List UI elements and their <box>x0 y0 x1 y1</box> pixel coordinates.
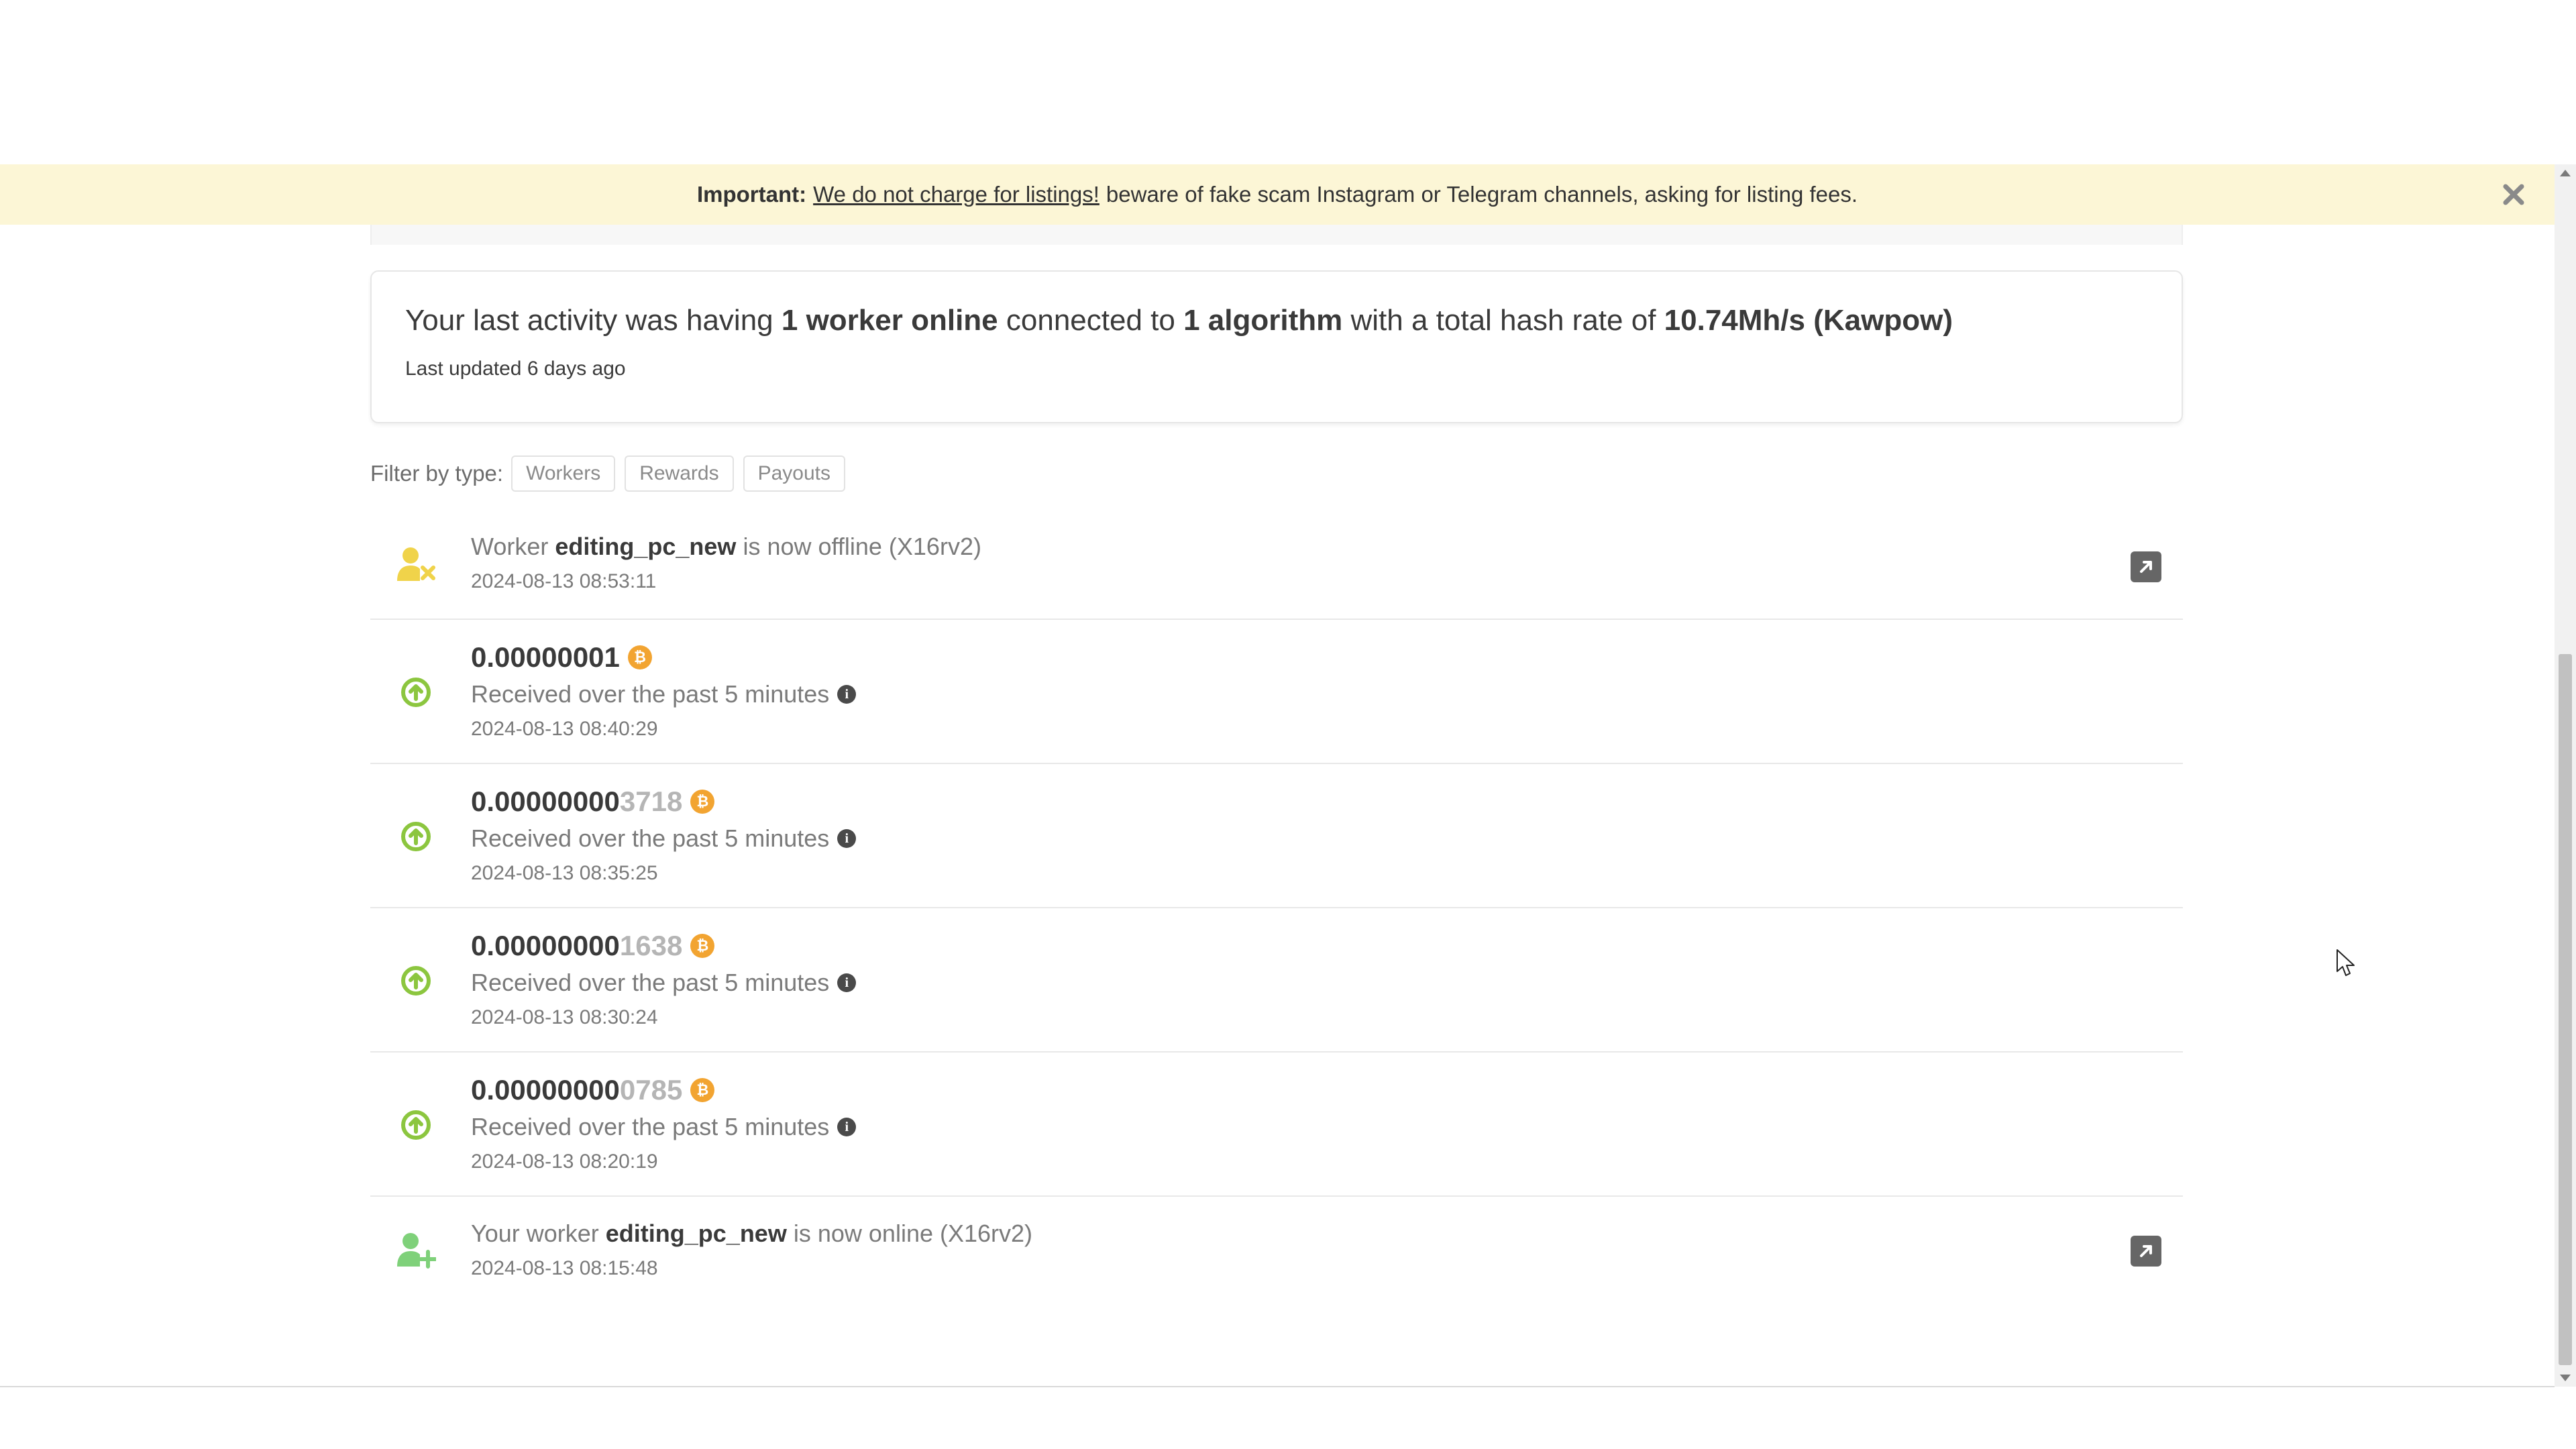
arrow-up-circle-icon <box>396 961 436 1001</box>
mouse-cursor-icon <box>2337 949 2355 976</box>
activity-text-part: connected to <box>1006 304 1175 337</box>
reward-description-text: Received over the past 5 minutes <box>471 969 830 996</box>
feed-item-date: 2024-08-13 08:35:25 <box>471 862 658 884</box>
filter-bar: Filter by type: Workers Rewards Payouts <box>370 455 855 492</box>
bitcoin-icon: ₿ <box>627 645 652 669</box>
feed-item-worker-offline: Worker editing_pc_new is now offline (X1… <box>370 515 2183 620</box>
scroll-up-arrow[interactable] <box>2560 170 2571 176</box>
feed-item-text: Your worker editing_pc_new is now online… <box>471 1220 1032 1248</box>
info-icon[interactable]: i <box>837 829 857 848</box>
reward-description: Received over the past 5 minutes i <box>471 680 857 708</box>
info-icon[interactable]: i <box>837 685 857 704</box>
info-icon[interactable]: i <box>837 973 857 992</box>
arrow-up-circle-icon <box>396 1105 436 1145</box>
filter-rewards-button[interactable]: Rewards <box>625 455 734 492</box>
reward-description-text: Received over the past 5 minutes <box>471 1113 830 1140</box>
reward-amount-value: 0.00000001 <box>471 641 620 673</box>
info-icon[interactable]: i <box>837 1118 857 1136</box>
close-icon <box>2503 184 2524 205</box>
external-link-icon <box>2140 1245 2152 1257</box>
feed-item-worker-online: Your worker editing_pc_new is now online… <box>370 1197 2183 1304</box>
feed-text-part: Worker <box>471 533 549 560</box>
banner-close-button[interactable] <box>2500 180 2528 209</box>
banner-important-label: Important: <box>696 182 807 207</box>
banner-listings-link[interactable]: We do not charge for listings! <box>813 182 1099 207</box>
reward-description: Received over the past 5 minutes i <box>471 1113 857 1141</box>
feed-item-reward: 0.00000000 3718 ₿ Received over the past… <box>370 764 2183 908</box>
activity-summary-text: Your last activity was having 1 worker o… <box>405 304 2148 337</box>
reward-description: Received over the past 5 minutes i <box>471 969 857 997</box>
reward-amount-value: 0.00000000 <box>471 786 620 817</box>
filter-label: Filter by type: <box>370 461 504 486</box>
reward-amount: 0.00000001 ₿ <box>471 641 856 674</box>
scroll-thumb[interactable] <box>2559 654 2572 1365</box>
reward-description-text: Received over the past 5 minutes <box>471 680 830 708</box>
feed-item-date: 2024-08-13 08:30:24 <box>471 1006 658 1028</box>
page-scrollbar[interactable] <box>2555 164 2576 1387</box>
feed-item-date: 2024-08-13 08:40:29 <box>471 718 658 740</box>
feed-item-date: 2024-08-13 08:20:19 <box>471 1150 658 1173</box>
bitcoin-icon: ₿ <box>690 1078 715 1102</box>
feed-item-reward: 0.00000001 ₿ Received over the past 5 mi… <box>370 620 2183 764</box>
filter-payouts-button[interactable]: Payouts <box>743 455 845 492</box>
feed-item-reward: 0.00000000 1638 ₿ Received over the past… <box>370 908 2183 1053</box>
scroll-down-arrow[interactable] <box>2560 1375 2571 1381</box>
external-link-icon <box>2140 561 2152 573</box>
feed-text-part: is now online (X16rv2) <box>793 1220 1033 1247</box>
arrow-up-circle-icon <box>396 672 436 712</box>
feed-item-reward: 0.00000000 0785 ₿ Received over the past… <box>370 1053 2183 1197</box>
reward-amount: 0.00000000 3718 ₿ <box>471 786 856 818</box>
reward-amount-faded: 1638 <box>619 930 683 961</box>
user-offline-icon <box>396 545 436 585</box>
reward-amount-faded: 3718 <box>619 786 683 817</box>
feed-text-part: is now offline (X16rv2) <box>743 533 981 560</box>
reward-description-text: Received over the past 5 minutes <box>471 824 830 852</box>
reward-description: Received over the past 5 minutes i <box>471 824 857 853</box>
filter-workers-button[interactable]: Workers <box>511 455 616 492</box>
feed-item-text: Worker editing_pc_new is now offline (X1… <box>471 533 981 561</box>
activity-feed: Worker editing_pc_new is now offline (X1… <box>370 515 2183 1304</box>
banner-message: beware of fake scam Instagram or Telegra… <box>1106 182 1858 207</box>
previous-card-edge <box>370 225 2183 245</box>
feed-text-part: Your worker <box>471 1220 599 1247</box>
announcement-banner: Important: We do not charge for listings… <box>0 164 2555 225</box>
reward-amount: 0.00000000 1638 ₿ <box>471 930 856 962</box>
workers-online-count: 1 worker online <box>781 304 998 337</box>
reward-amount-value: 0.00000000 <box>471 1074 620 1106</box>
user-add-icon <box>396 1230 436 1271</box>
worker-name: editing_pc_new <box>555 533 737 560</box>
reward-amount-value: 0.00000000 <box>471 930 620 961</box>
feed-item-date: 2024-08-13 08:15:48 <box>471 1257 658 1279</box>
arrow-up-circle-icon <box>396 816 436 857</box>
total-hash-rate: 10.74Mh/s (Kawpow) <box>1664 304 1953 337</box>
reward-amount: 0.00000000 0785 ₿ <box>471 1074 856 1106</box>
last-updated-text: Last updated 6 days ago <box>405 358 626 380</box>
page-bottom-divider <box>0 1386 2555 1387</box>
bitcoin-icon: ₿ <box>690 790 715 814</box>
activity-summary-card: Your last activity was having 1 worker o… <box>370 270 2183 423</box>
reward-amount-faded: 0785 <box>619 1074 683 1106</box>
activity-text-part: Your last activity was having <box>405 304 773 337</box>
feed-item-date: 2024-08-13 08:53:11 <box>471 570 657 592</box>
open-worker-button[interactable] <box>2131 1236 2161 1267</box>
activity-text-part: with a total hash rate of <box>1350 304 1656 337</box>
algorithm-count: 1 algorithm <box>1183 304 1343 337</box>
open-worker-button[interactable] <box>2131 551 2161 582</box>
worker-name: editing_pc_new <box>605 1220 787 1247</box>
bitcoin-icon: ₿ <box>690 934 715 958</box>
